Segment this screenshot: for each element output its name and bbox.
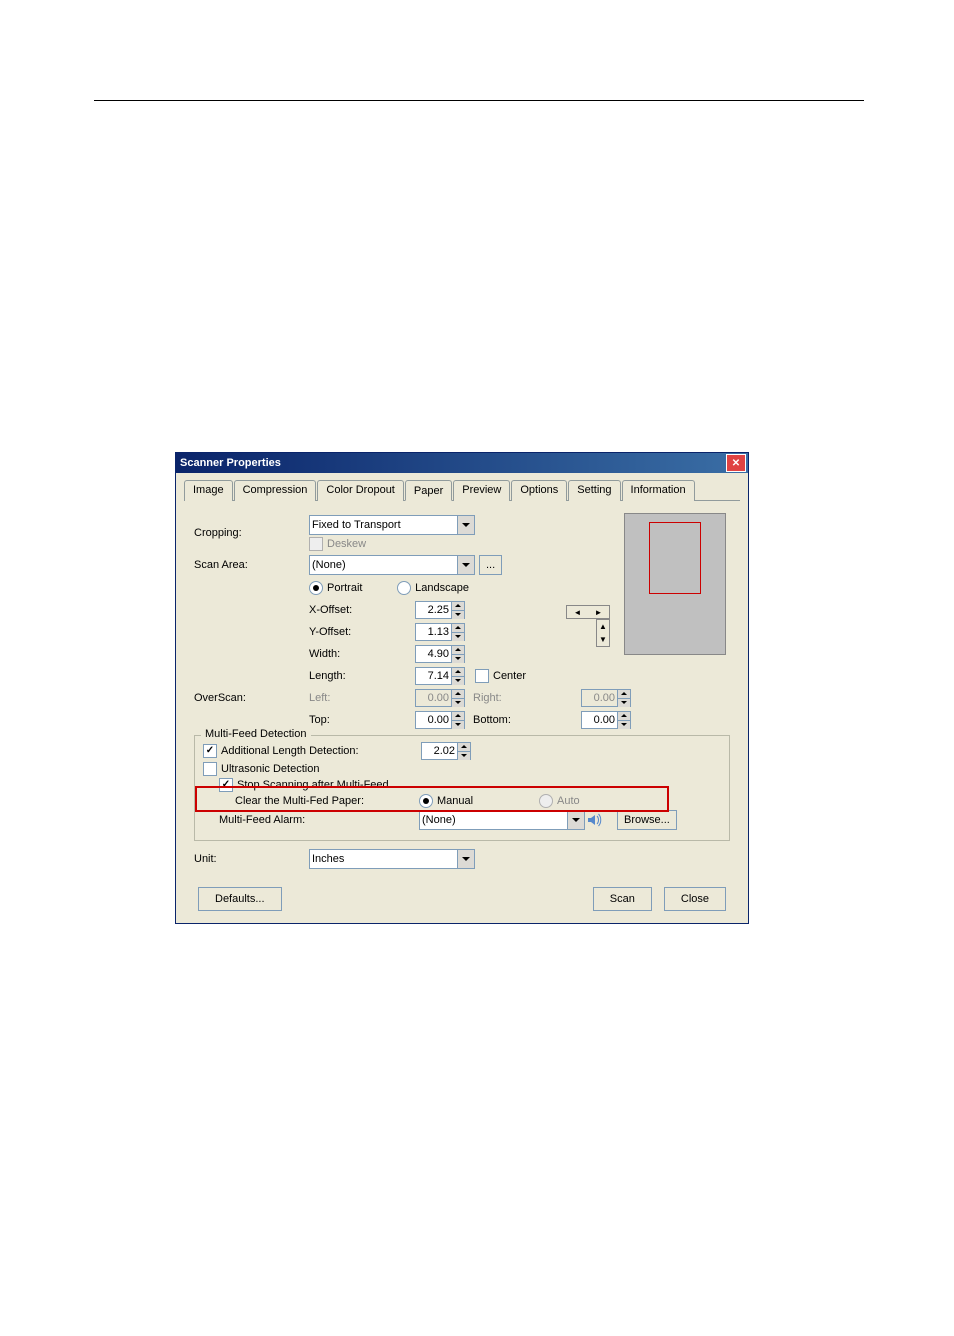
- dialog-title: Scanner Properties: [180, 457, 281, 469]
- tab-setting[interactable]: Setting: [568, 480, 620, 501]
- scan-area-dropdown[interactable]: (None): [309, 555, 475, 575]
- close-button[interactable]: Close: [664, 887, 726, 911]
- stop-scanning-checkbox[interactable]: [219, 778, 233, 792]
- arrow-up-icon[interactable]: ▲: [597, 620, 609, 633]
- spinner-up-icon[interactable]: [452, 668, 464, 677]
- stop-scanning-label: Stop Scanning after Multi-Feed: [237, 779, 389, 791]
- tab-paper[interactable]: Paper: [405, 480, 452, 501]
- chevron-down-icon[interactable]: [457, 556, 474, 574]
- cropping-label: Cropping:: [194, 527, 309, 539]
- overscan-bottom-label: Bottom:: [473, 714, 513, 726]
- overscan-label: OverScan:: [194, 692, 309, 704]
- arrow-down-icon[interactable]: ▼: [597, 633, 609, 646]
- arrow-left-icon[interactable]: ◄: [567, 606, 588, 618]
- paper-panel: Cropping: Fixed to Transport Deskew Scan…: [184, 509, 740, 917]
- deskew-label: Deskew: [327, 538, 366, 550]
- portrait-radio[interactable]: [309, 581, 323, 595]
- alarm-label: Multi-Feed Alarm:: [219, 814, 419, 826]
- spinner-up-icon[interactable]: [618, 712, 630, 721]
- overscan-left-label: Left:: [309, 692, 415, 704]
- width-label: Width:: [309, 648, 415, 660]
- xoffset-spinner[interactable]: 2.25: [415, 601, 465, 619]
- unit-dropdown[interactable]: Inches: [309, 849, 475, 869]
- preview-hscroll[interactable]: ◄►: [566, 605, 610, 619]
- yoffset-label: Y-Offset:: [309, 626, 415, 638]
- spinner-down-icon[interactable]: [452, 611, 464, 619]
- scanner-properties-dialog: Scanner Properties ✕ Image Compression C…: [175, 452, 749, 924]
- close-icon[interactable]: ✕: [726, 454, 746, 472]
- ultrasonic-checkbox[interactable]: [203, 762, 217, 776]
- chevron-down-icon[interactable]: [567, 811, 584, 829]
- tab-image[interactable]: Image: [184, 480, 233, 501]
- width-spinner[interactable]: 4.90: [415, 645, 465, 663]
- tab-information[interactable]: Information: [622, 480, 695, 501]
- length-label: Length:: [309, 670, 415, 682]
- title-bar: Scanner Properties ✕: [176, 453, 748, 473]
- ultrasonic-label: Ultrasonic Detection: [221, 763, 319, 775]
- chevron-down-icon[interactable]: [457, 516, 474, 534]
- deskew-checkbox: [309, 537, 323, 551]
- center-checkbox[interactable]: [475, 669, 489, 683]
- arrow-right-icon[interactable]: ►: [588, 606, 609, 618]
- tab-preview[interactable]: Preview: [453, 480, 510, 501]
- spinner-up-icon[interactable]: [452, 712, 464, 721]
- tab-color-dropout[interactable]: Color Dropout: [317, 480, 403, 501]
- tab-compression[interactable]: Compression: [234, 480, 317, 501]
- spinner-down-icon[interactable]: [452, 677, 464, 685]
- scan-button[interactable]: Scan: [593, 887, 652, 911]
- browse-button[interactable]: Browse...: [617, 810, 677, 830]
- multifeed-fieldset: Multi-Feed Detection Additional Length D…: [194, 735, 730, 841]
- ald-checkbox[interactable]: [203, 744, 217, 758]
- clear-manual-radio[interactable]: [419, 794, 433, 808]
- defaults-button[interactable]: Defaults...: [198, 887, 282, 911]
- horizontal-rule: [94, 100, 864, 101]
- overscan-top-spinner[interactable]: 0.00: [415, 711, 465, 729]
- preview-vscroll[interactable]: ▲▼: [596, 619, 610, 647]
- yoffset-spinner[interactable]: 1.13: [415, 623, 465, 641]
- overscan-right-label: Right:: [473, 692, 513, 704]
- spinner-down-icon[interactable]: [452, 721, 464, 729]
- scan-area-label: Scan Area:: [194, 559, 309, 571]
- ald-label: Additional Length Detection:: [221, 745, 421, 757]
- tab-strip: Image Compression Color Dropout Paper Pr…: [184, 479, 740, 501]
- alarm-dropdown[interactable]: (None): [419, 810, 585, 830]
- clear-paper-label: Clear the Multi-Fed Paper:: [235, 795, 419, 807]
- clear-auto-radio: [539, 794, 553, 808]
- tab-options[interactable]: Options: [511, 480, 567, 501]
- ald-spinner[interactable]: 2.02: [421, 742, 471, 760]
- spinner-down-icon[interactable]: [452, 655, 464, 663]
- chevron-down-icon[interactable]: [457, 850, 474, 868]
- landscape-radio[interactable]: [397, 581, 411, 595]
- overscan-top-label: Top:: [309, 714, 415, 726]
- cropping-dropdown[interactable]: Fixed to Transport: [309, 515, 475, 535]
- spinner-up-icon[interactable]: [452, 646, 464, 655]
- spinner-up-icon[interactable]: [452, 624, 464, 633]
- overscan-left-spinner: 0.00: [415, 689, 465, 707]
- speaker-icon[interactable]: [585, 811, 603, 829]
- overscan-right-spinner: 0.00: [581, 689, 631, 707]
- multifeed-legend: Multi-Feed Detection: [201, 728, 311, 740]
- overscan-bottom-spinner[interactable]: 0.00: [581, 711, 631, 729]
- unit-label: Unit:: [194, 853, 309, 865]
- scan-area-more-button[interactable]: ...: [479, 555, 502, 575]
- spinner-down-icon[interactable]: [618, 721, 630, 729]
- xoffset-label: X-Offset:: [309, 604, 415, 616]
- spinner-up-icon[interactable]: [452, 602, 464, 611]
- preview-thumbnail: [624, 513, 726, 655]
- spinner-down-icon[interactable]: [452, 633, 464, 641]
- length-spinner[interactable]: 7.14: [415, 667, 465, 685]
- spinner-down-icon[interactable]: [458, 752, 470, 760]
- spinner-up-icon[interactable]: [458, 743, 470, 752]
- preview-crop-rect: [649, 522, 701, 594]
